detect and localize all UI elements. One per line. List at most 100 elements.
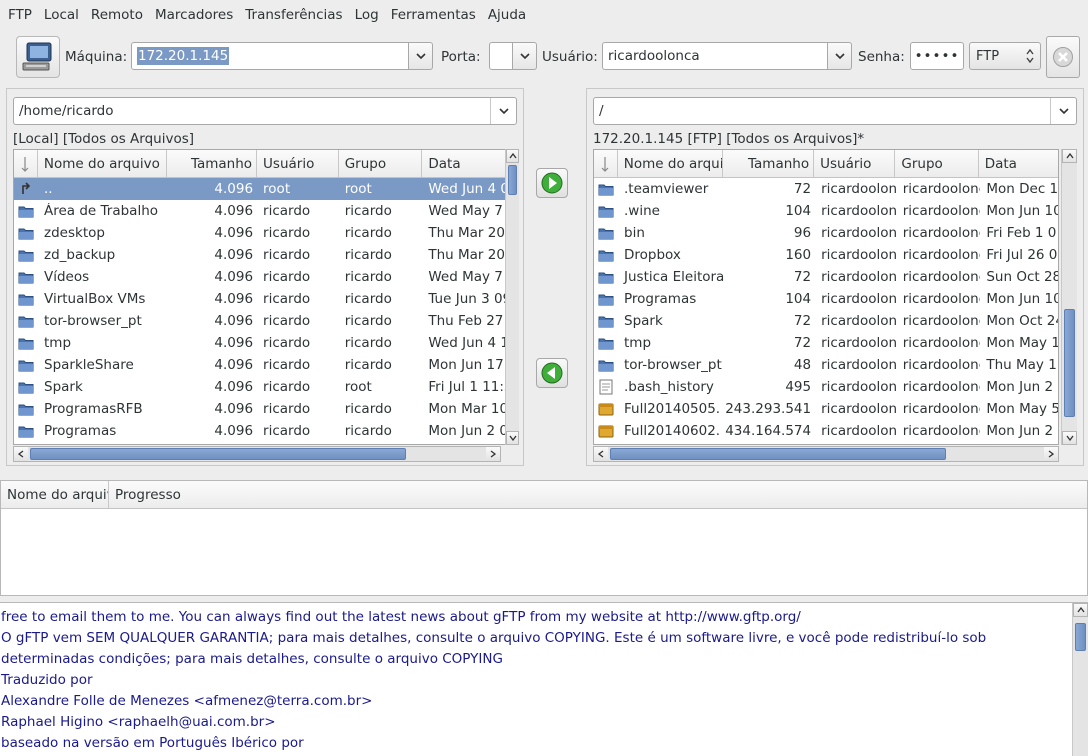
table-row[interactable]: tor-browser_pt 4.096 ricardo ricardo Thu Feb… xyxy=(14,310,508,332)
scroll-right-button[interactable] xyxy=(1044,447,1058,461)
chevron-down-icon xyxy=(1065,435,1074,441)
remote-col-date[interactable]: Data xyxy=(979,150,1058,177)
remote-scroll-thumb[interactable] xyxy=(1064,309,1075,417)
table-row[interactable]: zd_backup 4.096 ricardo ricardo Thu Mar 20 1… xyxy=(14,244,508,266)
transfer-header: Nome do arquivo Progresso xyxy=(1,481,1087,509)
remote-col-size[interactable]: Tamanho xyxy=(723,150,815,177)
table-row[interactable]: ProgramasRFB 4.096 ricardo ricardo Mon Mar 1… xyxy=(14,398,508,420)
chevron-right-icon xyxy=(490,450,496,458)
local-path-dropdown[interactable] xyxy=(490,98,516,124)
transfer-col-progress[interactable]: Progresso xyxy=(109,481,1087,508)
protocol-select[interactable]: FTP xyxy=(969,42,1041,70)
transfer-col-name[interactable]: Nome do arquivo xyxy=(1,481,109,508)
table-row[interactable]: Spark 72 ricardoolonca ricardoolonca Mon Oct… xyxy=(594,310,1058,332)
file-size: 96 xyxy=(793,225,812,241)
table-row[interactable]: tmp 72 ricardoolonca ricardoolonca Mon May 1 xyxy=(594,332,1058,354)
row-icon-cell xyxy=(594,182,618,196)
local-col-user[interactable]: Usuário xyxy=(257,150,339,177)
row-icon-cell xyxy=(14,292,38,306)
remote-col-user[interactable]: Usuário xyxy=(814,150,896,177)
local-col-group[interactable]: Grupo xyxy=(339,150,423,177)
remote-horizontal-scrollbar[interactable] xyxy=(593,446,1059,462)
table-row[interactable]: Programas 4.096 ricardo ricardo Mon Jun 2 08 xyxy=(14,420,508,442)
user-input[interactable]: ricardoolonca xyxy=(602,42,828,70)
scroll-up-button[interactable] xyxy=(1073,603,1088,617)
table-row[interactable]: SparkleShare 4.096 ricardo ricardo Mon Jun 1… xyxy=(14,354,508,376)
file-name: bin xyxy=(624,225,645,241)
table-row[interactable]: Programas 104 ricardoolonca ricardoolonca Mo… xyxy=(594,288,1058,310)
file-name: zdesktop xyxy=(44,225,105,241)
row-icon-cell xyxy=(594,226,618,240)
local-vertical-scrollbar[interactable] xyxy=(505,149,519,445)
row-icon-cell xyxy=(14,226,38,240)
scroll-down-button[interactable] xyxy=(1062,431,1077,445)
sort-icon xyxy=(601,156,609,172)
scroll-right-button[interactable] xyxy=(486,447,500,461)
menu-local[interactable]: Local xyxy=(38,7,85,23)
log-vertical-scrollbar[interactable] xyxy=(1072,603,1088,756)
remote-vertical-scrollbar[interactable] xyxy=(1061,149,1077,445)
stop-button[interactable] xyxy=(1046,36,1080,78)
scroll-up-button[interactable] xyxy=(506,149,519,163)
table-row[interactable]: Vídeos 4.096 ricardo ricardo Wed May 7 15 xyxy=(14,266,508,288)
scroll-up-button[interactable] xyxy=(1062,149,1077,163)
table-row[interactable]: tor-browser_pt 48 ricardoolonca ricardoolon… xyxy=(594,354,1058,376)
upload-button[interactable] xyxy=(536,168,568,198)
table-row[interactable]: Dropbox 160 ricardoolonca ricardoolonca Fri … xyxy=(594,244,1058,266)
local-col-date[interactable]: Data xyxy=(422,150,508,177)
table-row[interactable]: bin 96 ricardoolonca ricardoolonca Fri Feb 1… xyxy=(594,222,1058,244)
menu-ajuda[interactable]: Ajuda xyxy=(482,7,532,23)
menu-remoto[interactable]: Remoto xyxy=(85,7,149,23)
menu-log[interactable]: Log xyxy=(349,7,385,23)
local-horizontal-scrollbar[interactable] xyxy=(13,446,501,462)
user-input-value: ricardoolonca xyxy=(608,48,700,64)
table-row[interactable]: tmp 4.096 ricardo ricardo Wed Jun 4 13 xyxy=(14,332,508,354)
table-row[interactable]: .teamviewer 72 ricardoolonca ricardoolonca M… xyxy=(594,178,1058,200)
host-input[interactable]: 172.20.1.145 xyxy=(131,42,409,70)
menu-transferencias[interactable]: Transferências xyxy=(239,7,348,23)
file-date: Mon Jun 17 08 xyxy=(428,357,508,373)
table-row[interactable]: Spark 4.096 ricardo root Fri Jul 1 11:5 xyxy=(14,376,508,398)
remote-path-dropdown[interactable] xyxy=(1050,98,1076,124)
remote-hscroll-thumb[interactable] xyxy=(610,448,946,460)
table-row[interactable]: Área de Trabalho 4.096 ricardo ricardo Wed M… xyxy=(14,200,508,222)
file-name: zd_backup xyxy=(44,247,116,263)
folder-icon xyxy=(18,426,34,438)
menu-marcadores[interactable]: Marcadores xyxy=(149,7,239,23)
file-user: ricardo xyxy=(263,313,311,329)
table-row[interactable]: zdesktop 4.096 ricardo ricardo Thu Mar 20 10 xyxy=(14,222,508,244)
local-scroll-thumb[interactable] xyxy=(508,165,517,195)
remote-col-name[interactable]: Nome do arquivo xyxy=(618,150,723,177)
table-row[interactable]: .. 4.096 root root Wed Jun 4 08 xyxy=(14,178,508,200)
local-col-name[interactable]: Nome do arquivo xyxy=(38,150,168,177)
password-input[interactable]: ••••• xyxy=(910,42,964,70)
file-group: ricardoolonca xyxy=(902,269,981,285)
port-input[interactable] xyxy=(489,42,513,70)
remote-col-group[interactable]: Grupo xyxy=(895,150,979,177)
host-dropdown-button[interactable] xyxy=(409,42,433,70)
table-row[interactable]: Full20140505.243.293.541 ricardoolonca ric… xyxy=(594,398,1058,420)
table-row[interactable]: .bash_history 495 ricardoolonca ricardoolon… xyxy=(594,376,1058,398)
log-scroll-thumb[interactable] xyxy=(1075,623,1086,651)
local-path-combo[interactable]: /home/ricardo xyxy=(13,97,517,125)
table-row[interactable]: VirtualBox VMs 4.096 ricardo ricardo Tue Jun… xyxy=(14,288,508,310)
text-file-icon xyxy=(599,379,613,395)
connect-button[interactable] xyxy=(16,36,60,78)
menu-ftp[interactable]: FTP xyxy=(2,7,38,23)
remote-sort-column[interactable] xyxy=(594,150,618,177)
local-sort-column[interactable] xyxy=(14,150,38,177)
menu-ferramentas[interactable]: Ferramentas xyxy=(385,7,482,23)
local-hscroll-thumb[interactable] xyxy=(30,448,406,460)
table-row[interactable]: Full20140602.434.164.574 ricardoolonca ric… xyxy=(594,420,1058,442)
scroll-down-button[interactable] xyxy=(506,431,519,445)
user-dropdown-button[interactable] xyxy=(828,42,852,70)
table-row[interactable]: Justica Eleitoral 72 ricardoolonca ricardoo… xyxy=(594,266,1058,288)
download-button[interactable] xyxy=(536,358,568,388)
table-row[interactable]: .wine 104 ricardoolonca ricardoolonca Mon Ju… xyxy=(594,200,1058,222)
remote-path-combo[interactable]: / xyxy=(593,97,1077,125)
folder-icon xyxy=(18,360,34,372)
local-col-size[interactable]: Tamanho xyxy=(167,150,258,177)
scroll-left-button[interactable] xyxy=(594,447,608,461)
port-dropdown-button[interactable] xyxy=(513,42,537,70)
scroll-left-button[interactable] xyxy=(14,447,28,461)
